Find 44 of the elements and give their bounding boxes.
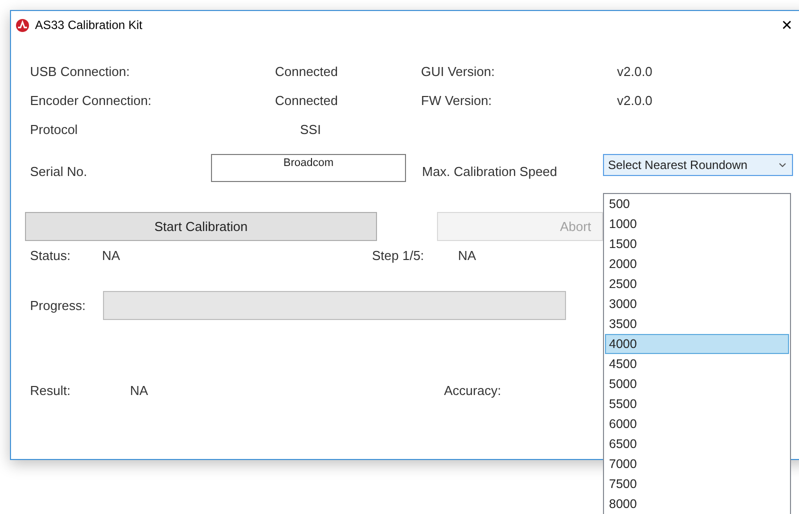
dropdown-option[interactable]: 2000 <box>605 254 789 274</box>
status-value: NA <box>102 248 122 264</box>
dropdown-option[interactable]: 3500 <box>605 314 789 334</box>
dropdown-value: Select Nearest Roundown <box>608 158 748 172</box>
accuracy-label: Accuracy: <box>444 383 502 398</box>
dropdown-option[interactable]: 7500 <box>605 474 789 494</box>
info-label: Encoder Connection: <box>30 92 152 110</box>
step-label: Step 1/5: <box>372 248 426 264</box>
progress-label: Progress: <box>30 298 87 313</box>
dropdown-option[interactable]: 8000 <box>605 494 789 514</box>
dropdown-option[interactable]: 5500 <box>605 394 789 414</box>
dropdown-option[interactable]: 5000 <box>605 374 789 394</box>
dropdown-option[interactable]: 1500 <box>605 234 789 254</box>
result-label: Result: <box>30 383 72 398</box>
info-value: SSI <box>299 121 322 139</box>
info-value: Connected <box>275 63 339 81</box>
dropdown-option[interactable]: 7000 <box>605 454 789 474</box>
speed-label: Max. Calibration Speed <box>422 162 558 178</box>
info-label: Protocol <box>30 121 79 139</box>
dropdown-option[interactable]: 4000 <box>605 334 789 354</box>
dropdown-option[interactable]: 4500 <box>605 354 789 374</box>
serial-label: Serial No. <box>30 162 88 178</box>
serial-field[interactable]: Broadcom <box>211 154 406 182</box>
result-value: NA <box>130 383 150 398</box>
close-button[interactable]: ✕ <box>764 17 799 33</box>
step-value: NA <box>458 248 476 264</box>
window-title: AS33 Calibration Kit <box>35 18 144 32</box>
chevron-down-icon <box>779 163 786 167</box>
status-label: Status: <box>30 248 72 264</box>
info-label: GUI Version: <box>421 63 496 81</box>
info-label: USB Connection: <box>30 63 131 81</box>
dropdown-option[interactable]: 500 <box>605 194 789 214</box>
dropdown-option[interactable]: 6500 <box>605 434 789 454</box>
info-value: v2.0.0 <box>617 92 654 110</box>
info-value: v2.0.0 <box>617 63 654 81</box>
dropdown-option[interactable]: 2500 <box>605 274 789 294</box>
start-button[interactable]: Start Calibration <box>25 212 377 241</box>
dropdown-option[interactable]: 1000 <box>605 214 789 234</box>
dropdown-option[interactable]: 6000 <box>605 414 789 434</box>
info-value: Connected <box>275 92 339 110</box>
dropdown-option[interactable]: 3000 <box>605 294 789 314</box>
app-logo-icon <box>16 18 29 32</box>
speed-dropdown[interactable]: Select Nearest Roundown <box>603 154 793 176</box>
info-label: FW Version: <box>421 92 493 110</box>
